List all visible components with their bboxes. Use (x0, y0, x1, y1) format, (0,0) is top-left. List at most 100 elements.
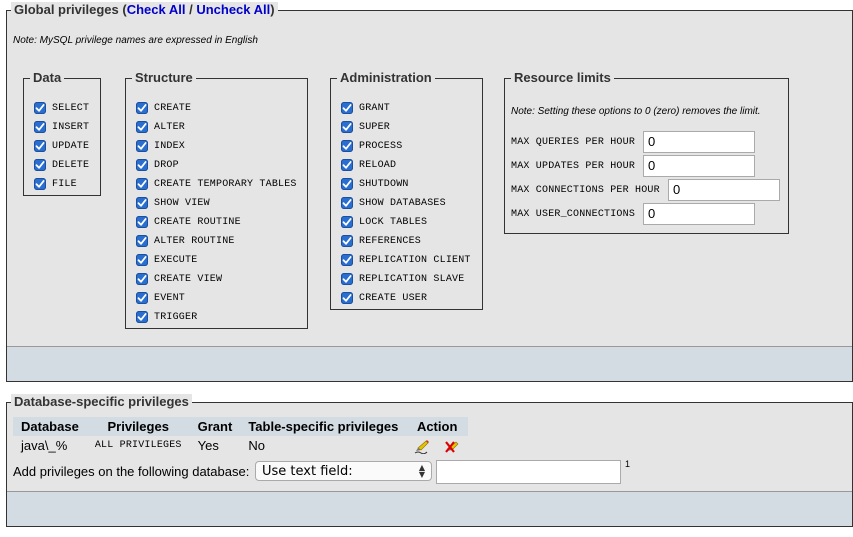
privilege-create-view[interactable]: CREATE VIEW (136, 270, 222, 288)
checkbox-checked-icon[interactable] (136, 140, 148, 152)
checkbox-checked-icon[interactable] (341, 235, 353, 247)
privilege-create[interactable]: CREATE (136, 99, 191, 117)
header-table-specific: Table-specific privileges (240, 417, 407, 436)
checkbox-checked-icon[interactable] (341, 273, 353, 285)
checkbox-checked-icon[interactable] (341, 254, 353, 266)
privilege-label: SUPER (359, 121, 391, 133)
privilege-reload[interactable]: RELOAD (341, 156, 396, 174)
resource-limit-label: MAX CONNECTIONS PER HOUR (511, 184, 660, 196)
resource-limits-legend: Resource limits (511, 70, 614, 86)
privilege-label: ALTER (154, 121, 186, 133)
global-footer-bar (7, 346, 852, 381)
cell-privileges: ALL PRIVILEGES (94, 440, 182, 452)
header-action: Action (406, 417, 468, 436)
privilege-update[interactable]: UPDATE (34, 137, 89, 155)
checkbox-checked-icon[interactable] (341, 178, 353, 190)
privilege-label: REPLICATION SLAVE (359, 273, 465, 285)
check-all-link[interactable]: Check All (127, 2, 186, 17)
header-privileges: Privileges (86, 417, 190, 436)
privilege-create-temporary-tables[interactable]: CREATE TEMPORARY TABLES (136, 175, 297, 193)
privilege-super[interactable]: SUPER (341, 118, 390, 136)
checkbox-checked-icon[interactable] (136, 216, 148, 228)
checkbox-checked-icon[interactable] (341, 197, 353, 209)
structure-group-legend: Structure (132, 70, 196, 86)
privilege-label: ALTER ROUTINE (154, 235, 235, 247)
db-privileges-legend: Database-specific privileges (11, 394, 192, 410)
checkbox-checked-icon[interactable] (34, 178, 46, 190)
privilege-replication-slave[interactable]: REPLICATION SLAVE (341, 270, 464, 288)
checkbox-checked-icon[interactable] (136, 273, 148, 285)
cell-table-specific: No (248, 438, 265, 454)
privilege-file[interactable]: FILE (34, 175, 77, 193)
privilege-label: INSERT (52, 121, 90, 133)
privilege-label: TRIGGER (154, 311, 198, 323)
database-text-field[interactable] (436, 460, 621, 484)
checkbox-checked-icon[interactable] (34, 121, 46, 133)
checkbox-checked-icon[interactable] (34, 102, 46, 114)
data-group-legend: Data (30, 70, 65, 86)
privilege-references[interactable]: REFERENCES (341, 232, 421, 250)
database-select[interactable]: Use text field: ▲ ▼ (255, 461, 432, 481)
select-arrows-icon: ▲ ▼ (418, 463, 425, 479)
privilege-trigger[interactable]: TRIGGER (136, 308, 197, 326)
privilege-create-routine[interactable]: CREATE ROUTINE (136, 213, 241, 231)
checkbox-checked-icon[interactable] (34, 140, 46, 152)
revoke-icon[interactable] (444, 440, 460, 454)
resource-limit-input[interactable]: 0 (643, 155, 755, 177)
checkbox-checked-icon[interactable] (136, 235, 148, 247)
db-footer-bar (7, 491, 852, 526)
privilege-label: GRANT (359, 102, 391, 114)
checkbox-checked-icon[interactable] (136, 159, 148, 171)
checkbox-checked-icon[interactable] (341, 292, 353, 304)
checkbox-checked-icon[interactable] (341, 216, 353, 228)
privilege-grant[interactable]: GRANT (341, 99, 390, 117)
checkbox-checked-icon[interactable] (341, 159, 353, 171)
table-row: java\_% ALL PRIVILEGES Yes No (13, 436, 468, 456)
checkbox-checked-icon[interactable] (136, 121, 148, 133)
global-privileges-fieldset: Global privileges (Check All / Uncheck A… (6, 2, 853, 382)
privilege-alter[interactable]: ALTER (136, 118, 185, 136)
checkbox-checked-icon[interactable] (34, 159, 46, 171)
db-table-header-row: Database Privileges Grant Table-specific… (13, 417, 468, 436)
privilege-insert[interactable]: INSERT (34, 118, 89, 136)
privilege-label: EVENT (154, 292, 186, 304)
privilege-label: CREATE USER (359, 292, 428, 304)
resource-limit-label: MAX QUERIES PER HOUR (511, 136, 636, 148)
privilege-show-databases[interactable]: SHOW DATABASES (341, 194, 446, 212)
checkbox-checked-icon[interactable] (136, 197, 148, 209)
privilege-shutdown[interactable]: SHUTDOWN (341, 175, 409, 193)
privilege-event[interactable]: EVENT (136, 289, 185, 307)
privilege-lock-tables[interactable]: LOCK TABLES (341, 213, 427, 231)
privilege-select[interactable]: SELECT (34, 99, 89, 117)
uncheck-all-link[interactable]: Uncheck All (196, 2, 270, 17)
privilege-label: DELETE (52, 159, 90, 171)
footnote-marker: 1 (625, 459, 631, 469)
resource-limit-input[interactable]: 0 (643, 131, 755, 153)
checkbox-checked-icon[interactable] (341, 140, 353, 152)
privilege-label: FILE (52, 178, 77, 190)
checkbox-checked-icon[interactable] (341, 121, 353, 133)
resource-limit-label: MAX UPDATES PER HOUR (511, 160, 636, 172)
resource-limit-input[interactable]: 0 (643, 203, 755, 225)
privilege-drop[interactable]: DROP (136, 156, 179, 174)
resource-limit-input[interactable]: 0 (668, 179, 780, 201)
add-privileges-label: Add privileges on the following database… (13, 464, 250, 479)
privilege-create-user[interactable]: CREATE USER (341, 289, 427, 307)
checkbox-checked-icon[interactable] (136, 292, 148, 304)
checkbox-checked-icon[interactable] (136, 102, 148, 114)
checkbox-checked-icon[interactable] (136, 254, 148, 266)
privilege-index[interactable]: INDEX (136, 137, 185, 155)
edit-privileges-icon[interactable] (414, 439, 430, 454)
checkbox-checked-icon[interactable] (136, 311, 148, 323)
privilege-replication-client[interactable]: REPLICATION CLIENT (341, 251, 471, 269)
privilege-execute[interactable]: EXECUTE (136, 251, 197, 269)
privilege-delete[interactable]: DELETE (34, 156, 89, 174)
checkbox-checked-icon[interactable] (136, 178, 148, 190)
legend-prefix: Global privileges ( (14, 2, 127, 17)
privilege-show-view[interactable]: SHOW VIEW (136, 194, 210, 212)
global-privileges-legend: Global privileges (Check All / Uncheck A… (11, 2, 278, 18)
privilege-label: UPDATE (52, 140, 90, 152)
privilege-alter-routine[interactable]: ALTER ROUTINE (136, 232, 235, 250)
privilege-process[interactable]: PROCESS (341, 137, 402, 155)
checkbox-checked-icon[interactable] (341, 102, 353, 114)
